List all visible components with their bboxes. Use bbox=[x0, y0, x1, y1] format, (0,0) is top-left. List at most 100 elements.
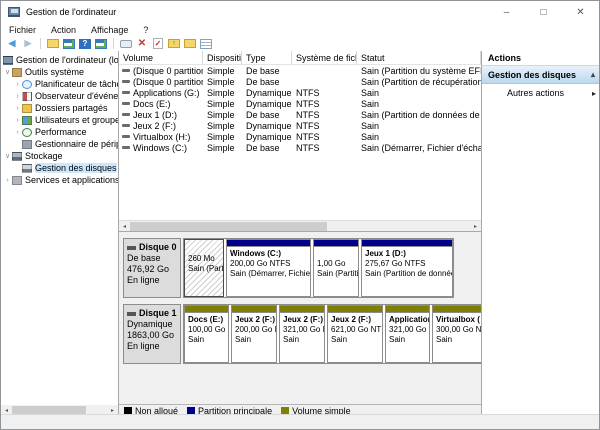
mark-active-icon[interactable]: ✓ bbox=[151, 38, 165, 50]
partition-docs-e[interactable]: Docs (E:) 100,00 Go N Sain bbox=[184, 305, 229, 363]
status-strip bbox=[1, 414, 599, 429]
actions-section-disk-management[interactable]: Gestion des disques ▴ bbox=[482, 66, 600, 84]
table-row[interactable]: Jeux 2 (F:) Simple Dynamique NTFS Sain bbox=[119, 120, 481, 131]
export-list-icon[interactable] bbox=[46, 38, 60, 50]
primary-partition-bar bbox=[362, 240, 452, 247]
open-folder-icon[interactable]: ↑ bbox=[167, 38, 181, 50]
scroll-right-icon[interactable]: ▸ bbox=[470, 221, 481, 232]
primary-partition-bar bbox=[314, 240, 358, 247]
tree-item-storage[interactable]: ∨ Stockage bbox=[1, 150, 118, 162]
toolbar-separator bbox=[40, 38, 41, 49]
volume-icon bbox=[122, 80, 130, 83]
actions-pane-title: Actions bbox=[482, 51, 600, 66]
tools-icon bbox=[12, 68, 22, 77]
partition-jeux2-f-3[interactable]: Jeux 2 (F:) 621,00 Go NT Sain bbox=[327, 305, 383, 363]
scrollbar-thumb[interactable] bbox=[130, 222, 327, 231]
tree-item-local-users-groups[interactable]: › Utilisateurs et groupes l bbox=[1, 114, 118, 126]
explore-folder-icon[interactable] bbox=[183, 38, 197, 50]
minimize-button[interactable]: – bbox=[488, 1, 525, 23]
console-tree-icon[interactable] bbox=[62, 38, 76, 50]
disk-0-header[interactable]: Disque 0 De base 476,92 Go En ligne bbox=[123, 238, 181, 298]
partition-jeux2-f-2[interactable]: Jeux 2 (F:) 321,00 Go N Sain bbox=[279, 305, 325, 363]
action-pane-icon[interactable] bbox=[94, 38, 108, 50]
table-row[interactable]: (Disque 0 partition 1) Simple De base Sa… bbox=[119, 65, 481, 76]
tree-item-device-manager[interactable]: Gestionnaire de périphé bbox=[1, 138, 118, 150]
partition-jeux1-d[interactable]: Jeux 1 (D:) 275,67 Go NTFS Sain (Partiti… bbox=[361, 239, 453, 297]
chevron-collapsed-icon[interactable]: › bbox=[13, 93, 22, 100]
column-header-disposition[interactable]: Disposition bbox=[203, 51, 242, 64]
shared-folders-icon bbox=[22, 104, 32, 113]
volume-list-horizontal-scrollbar[interactable]: ◂ ▸ bbox=[119, 220, 481, 231]
disk-icon bbox=[127, 246, 136, 250]
delete-volume-icon[interactable]: ✕ bbox=[135, 38, 149, 50]
chevron-collapsed-icon[interactable]: › bbox=[13, 117, 22, 124]
submenu-arrow-icon: ▸ bbox=[592, 89, 600, 98]
menu-help[interactable]: ? bbox=[143, 25, 148, 35]
collapse-icon[interactable]: ▴ bbox=[591, 70, 595, 79]
column-header-volume[interactable]: Volume bbox=[119, 51, 203, 64]
maximize-button[interactable]: □ bbox=[525, 1, 562, 23]
column-header-status[interactable]: Statut bbox=[357, 51, 481, 64]
volume-icon bbox=[122, 124, 130, 127]
performance-icon bbox=[22, 128, 32, 137]
menu-bar: Fichier Action Affichage ? bbox=[1, 23, 599, 36]
chevron-collapsed-icon[interactable]: › bbox=[3, 177, 12, 184]
disk-0-row: Disque 0 De base 476,92 Go En ligne 260 … bbox=[123, 238, 477, 298]
tree-item-disk-management[interactable]: Gestion des disques bbox=[1, 162, 118, 174]
table-row[interactable]: Windows (C:) Simple De base NTFS Sain (D… bbox=[119, 142, 481, 153]
table-row[interactable]: Virtualbox (H:) Simple Dynamique NTFS Sa… bbox=[119, 131, 481, 142]
volume-icon bbox=[122, 146, 130, 149]
partition-virtualbox-h[interactable]: Virtualbox ( 300,00 Go NT Sain bbox=[432, 305, 481, 363]
table-row[interactable]: Docs (E:) Simple Dynamique NTFS Sain bbox=[119, 98, 481, 109]
status-bubble-icon[interactable] bbox=[119, 38, 133, 50]
tree-item-computer-management[interactable]: Gestion de l'ordinateur (local) bbox=[1, 54, 118, 66]
menu-fichier[interactable]: Fichier bbox=[9, 25, 36, 35]
actions-pane: Actions Gestion des disques ▴ Autres act… bbox=[482, 51, 600, 416]
help-icon[interactable]: ? bbox=[78, 38, 92, 50]
tree-item-task-scheduler[interactable]: › Planificateur de tâches bbox=[1, 78, 118, 90]
disk-icon bbox=[127, 312, 136, 316]
table-row[interactable]: (Disque 0 partition 4) Simple De base Sa… bbox=[119, 76, 481, 87]
disk-1-row: Disque 1 Dynamique 1863,00 Go En ligne D… bbox=[123, 304, 477, 364]
task-scheduler-icon bbox=[22, 80, 32, 89]
device-manager-icon bbox=[22, 140, 32, 149]
chevron-collapsed-icon[interactable]: › bbox=[13, 105, 22, 112]
event-viewer-icon bbox=[22, 92, 32, 101]
chevron-expanded-icon[interactable]: ∨ bbox=[3, 68, 12, 76]
volume-list-header: Volume Disposition Type Système de fichi… bbox=[119, 51, 481, 65]
chevron-collapsed-icon[interactable]: › bbox=[13, 81, 22, 88]
toolbar-separator bbox=[113, 38, 114, 49]
volume-icon bbox=[122, 113, 130, 116]
chevron-collapsed-icon[interactable]: › bbox=[13, 129, 22, 136]
menu-affichage[interactable]: Affichage bbox=[91, 25, 128, 35]
disk-1-header[interactable]: Disque 1 Dynamique 1863,00 Go En ligne bbox=[123, 304, 181, 364]
volume-list: Volume Disposition Type Système de fichi… bbox=[119, 51, 481, 231]
volume-icon bbox=[122, 135, 130, 138]
forward-icon[interactable]: ▶ bbox=[21, 38, 35, 50]
back-icon[interactable]: ◀ bbox=[5, 38, 19, 50]
partition-applications-g[interactable]: Applications 321,00 Go N Sain bbox=[385, 305, 430, 363]
table-row[interactable]: Applications (G:) Simple Dynamique NTFS … bbox=[119, 87, 481, 98]
chevron-expanded-icon[interactable]: ∨ bbox=[3, 152, 12, 160]
tree-item-system-tools[interactable]: ∨ Outils système bbox=[1, 66, 118, 78]
scroll-left-icon[interactable]: ◂ bbox=[119, 221, 130, 232]
tree-item-shared-folders[interactable]: › Dossiers partagés bbox=[1, 102, 118, 114]
partition-windows-c[interactable]: Windows (C:) 200,00 Go NTFS Sain (Démarr… bbox=[226, 239, 311, 297]
simple-volume-bar bbox=[280, 306, 324, 313]
close-button[interactable]: ✕ bbox=[562, 1, 599, 23]
column-header-filesystem[interactable]: Système de fichiers bbox=[292, 51, 357, 64]
tree-item-performance[interactable]: › Performance bbox=[1, 126, 118, 138]
partition-recovery[interactable]: 1,00 Go Sain (Partitio bbox=[313, 239, 359, 297]
toolbar: ◀ ▶ ? ✕ ✓ ↑ bbox=[1, 36, 599, 52]
properties-icon[interactable] bbox=[199, 38, 213, 50]
column-header-type[interactable]: Type bbox=[242, 51, 292, 64]
actions-item-autres-actions[interactable]: Autres actions ▸ bbox=[482, 84, 600, 102]
tree-item-services-applications[interactable]: › Services et applications bbox=[1, 174, 118, 186]
partition-efi[interactable]: 260 Mo Sain (Part bbox=[184, 239, 224, 297]
partition-jeux2-f-1[interactable]: Jeux 2 (F:) 200,00 Go N Sain bbox=[231, 305, 277, 363]
simple-volume-bar bbox=[386, 306, 429, 313]
volume-icon bbox=[122, 69, 130, 72]
tree-item-event-viewer[interactable]: › Observateur d'événements bbox=[1, 90, 118, 102]
table-row[interactable]: Jeux 1 (D:) Simple De base NTFS Sain (Pa… bbox=[119, 109, 481, 120]
menu-action[interactable]: Action bbox=[51, 25, 76, 35]
